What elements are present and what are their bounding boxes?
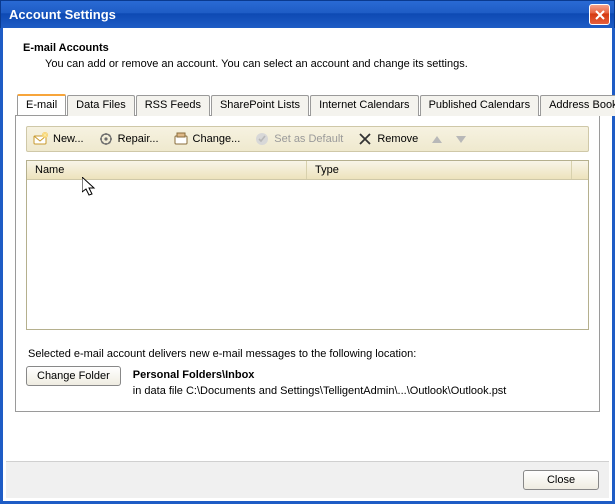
remove-button[interactable]: Remove xyxy=(357,131,418,147)
remove-button-label: Remove xyxy=(377,133,418,145)
repair-button-label: Repair... xyxy=(118,133,159,145)
repair-icon xyxy=(98,131,114,147)
set-default-label: Set as Default xyxy=(274,133,343,145)
change-icon xyxy=(173,131,189,147)
tab-address-books[interactable]: Address Books xyxy=(540,95,615,116)
delivery-path: in data file C:\Documents and Settings\T… xyxy=(133,385,507,397)
repair-button[interactable]: Repair... xyxy=(98,131,159,147)
close-button[interactable]: Close xyxy=(523,470,599,490)
column-spacer xyxy=(572,161,588,179)
tab-email[interactable]: E-mail xyxy=(17,94,66,115)
window-body: E-mail Accounts You can add or remove an… xyxy=(0,28,615,504)
move-up-button xyxy=(432,136,442,143)
titlebar: Account Settings xyxy=(0,0,615,28)
set-default-button: Set as Default xyxy=(254,131,343,147)
tab-strip: E-mail Data Files RSS Feeds SharePoint L… xyxy=(15,94,600,116)
remove-icon xyxy=(357,131,373,147)
change-button[interactable]: Change... xyxy=(173,131,241,147)
check-circle-icon xyxy=(254,131,270,147)
new-button[interactable]: New... xyxy=(33,131,84,147)
close-icon xyxy=(595,10,605,20)
dialog-footer: Close xyxy=(6,461,609,498)
tab-published-calendars[interactable]: Published Calendars xyxy=(420,95,540,116)
tab-rss-feeds[interactable]: RSS Feeds xyxy=(136,95,210,116)
window-close-button[interactable] xyxy=(589,4,610,25)
arrow-up-icon xyxy=(432,136,442,143)
column-name[interactable]: Name xyxy=(27,161,307,179)
page-subtitle: You can add or remove an account. You ca… xyxy=(45,58,600,70)
tab-panel-email: New... Repair... Change... xyxy=(15,116,600,412)
column-type[interactable]: Type xyxy=(307,161,572,179)
accounts-table[interactable]: Name Type xyxy=(26,160,589,330)
move-down-button xyxy=(456,136,466,143)
tab-internet-calendars[interactable]: Internet Calendars xyxy=(310,95,419,116)
toolbar: New... Repair... Change... xyxy=(26,126,589,152)
page-title: E-mail Accounts xyxy=(23,42,600,54)
tab-data-files[interactable]: Data Files xyxy=(67,95,135,116)
table-header: Name Type xyxy=(27,161,588,180)
change-button-label: Change... xyxy=(193,133,241,145)
change-folder-button[interactable]: Change Folder xyxy=(26,366,121,386)
window-title: Account Settings xyxy=(9,7,589,22)
delivery-description: Selected e-mail account delivers new e-m… xyxy=(28,348,587,360)
tab-sharepoint-lists[interactable]: SharePoint Lists xyxy=(211,95,309,116)
new-icon xyxy=(33,131,49,147)
arrow-down-icon xyxy=(456,136,466,143)
new-button-label: New... xyxy=(53,133,84,145)
delivery-folder: Personal Folders\Inbox xyxy=(133,369,507,381)
